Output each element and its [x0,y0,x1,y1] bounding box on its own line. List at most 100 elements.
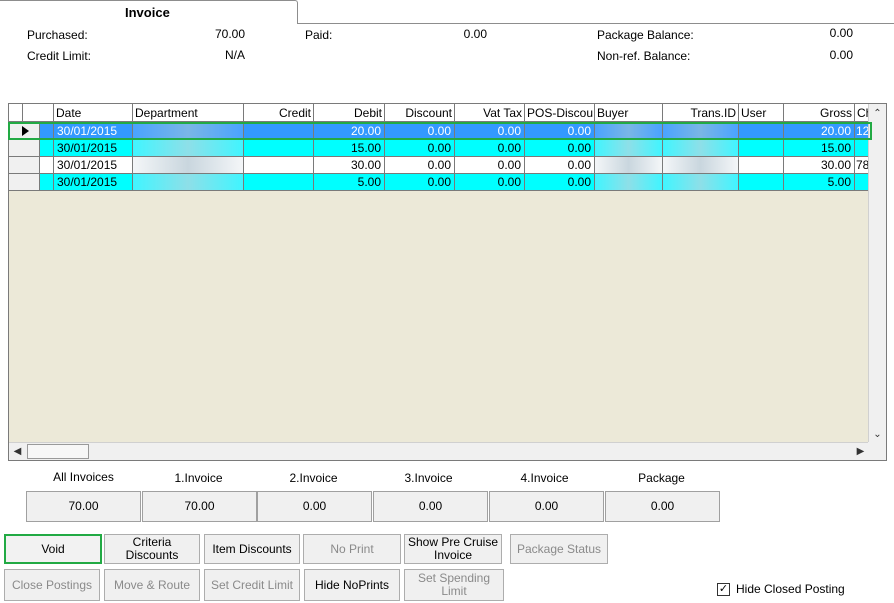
cell-debit[interactable]: 15.00 [314,140,385,157]
invoice-4-total[interactable]: 0.00 [489,491,604,522]
row-marker-cell [40,174,54,191]
cell-gross[interactable]: 30.00 [784,157,855,174]
cell-vat-tax[interactable]: 0.00 [455,174,525,191]
cell-date[interactable]: 30/01/2015 [54,174,133,191]
cell-department[interactable] [133,157,244,174]
col-credit[interactable]: Credit [244,104,314,122]
table-row[interactable]: 30/01/2015 5.00 0.00 0.00 0.00 5.00 [9,174,869,191]
col-ch[interactable]: Ch [855,104,869,122]
invoice-1-total[interactable]: 70.00 [142,491,257,522]
cell-pos-discount[interactable]: 0.00 [525,140,595,157]
cell-discount[interactable]: 0.00 [385,174,455,191]
move-route-button[interactable]: Move & Route [104,569,200,601]
col-vat-tax[interactable]: Vat Tax [455,104,525,122]
scroll-right-icon[interactable]: ▶ [852,443,869,460]
no-print-button[interactable]: No Print [303,534,401,564]
col-user[interactable]: User [739,104,784,122]
cell-pos-discount[interactable]: 0.00 [525,157,595,174]
package-total[interactable]: 0.00 [605,491,720,522]
cell-discount[interactable]: 0.00 [385,157,455,174]
cell-buyer[interactable] [595,174,663,191]
current-row-arrow-icon [22,126,29,136]
criteria-discounts-button[interactable]: Criteria Discounts [104,534,200,564]
show-pre-cruise-invoice-button[interactable]: Show Pre Cruise Invoice [404,534,502,564]
cell-discount[interactable]: 0.00 [385,140,455,157]
cell-buyer[interactable] [595,140,663,157]
cell-trans-id[interactable] [663,140,739,157]
cell-ch[interactable]: 12 [855,123,869,140]
cell-department[interactable] [133,140,244,157]
hide-closed-posting-checkbox[interactable]: ✓ [717,583,730,596]
invoice-2-total[interactable]: 0.00 [257,491,372,522]
set-spending-limit-button[interactable]: Set Spending Limit [404,569,504,601]
row-selector[interactable] [9,123,40,140]
horizontal-scrollbar[interactable]: ◀ ▶ [9,442,869,460]
col-trans-id[interactable]: Trans.ID [663,104,739,122]
postings-grid[interactable]: Date Department Credit Debit Discount Va… [8,103,887,461]
cell-gross[interactable]: 15.00 [784,140,855,157]
cell-department[interactable] [133,123,244,140]
col-date[interactable]: Date [54,104,133,122]
cell-credit[interactable] [244,157,314,174]
hide-noprints-button[interactable]: Hide NoPrints [304,569,400,601]
cell-ch[interactable] [855,140,869,157]
row-marker-cell [40,157,54,174]
all-invoices-total[interactable]: 70.00 [26,491,141,522]
table-row[interactable]: 30/01/2015 15.00 0.00 0.00 0.00 15.00 [9,140,869,157]
nonref-balance-label: Non-ref. Balance: [597,49,691,63]
package-status-button[interactable]: Package Status [510,534,608,564]
col-pos-discount[interactable]: POS-Discou [525,104,595,122]
set-credit-limit-button[interactable]: Set Credit Limit [204,569,300,601]
cell-debit[interactable]: 30.00 [314,157,385,174]
cell-ch[interactable]: 78 [855,157,869,174]
scroll-left-icon[interactable]: ◀ [9,443,26,460]
cell-user[interactable] [739,157,784,174]
scroll-down-icon[interactable]: ⌄ [869,426,886,443]
cell-vat-tax[interactable]: 0.00 [455,157,525,174]
horizontal-scroll-thumb[interactable] [27,444,89,459]
row-selector[interactable] [9,157,40,174]
void-button[interactable]: Void [4,534,102,564]
invoice-tab-label: Invoice [125,5,170,20]
cell-user[interactable] [739,140,784,157]
cell-pos-discount[interactable]: 0.00 [525,174,595,191]
cell-date[interactable]: 30/01/2015 [54,157,133,174]
cell-pos-discount[interactable]: 0.00 [525,123,595,140]
col-debit[interactable]: Debit [314,104,385,122]
table-row[interactable]: 30/01/2015 30.00 0.00 0.00 0.00 30.00 78 [9,157,869,174]
vertical-scrollbar[interactable]: ⌃ ⌄ [868,104,886,444]
cell-user[interactable] [739,123,784,140]
cell-credit[interactable] [244,140,314,157]
col-buyer[interactable]: Buyer [595,104,663,122]
cell-user[interactable] [739,174,784,191]
cell-trans-id[interactable] [663,174,739,191]
cell-discount[interactable]: 0.00 [385,123,455,140]
hide-closed-posting-label[interactable]: Hide Closed Posting [736,582,845,596]
cell-buyer[interactable] [595,123,663,140]
col-department[interactable]: Department [133,104,244,122]
cell-date[interactable]: 30/01/2015 [54,123,133,140]
close-postings-button[interactable]: Close Postings [4,569,100,601]
cell-vat-tax[interactable]: 0.00 [455,123,525,140]
cell-credit[interactable] [244,174,314,191]
cell-debit[interactable]: 20.00 [314,123,385,140]
cell-vat-tax[interactable]: 0.00 [455,140,525,157]
table-row[interactable]: 30/01/2015 20.00 0.00 0.00 0.00 20.00 12 [9,123,869,140]
invoice-3-total[interactable]: 0.00 [373,491,488,522]
cell-gross[interactable]: 5.00 [784,174,855,191]
item-discounts-button[interactable]: Item Discounts [204,534,300,564]
row-selector[interactable] [9,140,40,157]
cell-trans-id[interactable] [663,123,739,140]
col-gross[interactable]: Gross [784,104,855,122]
cell-date[interactable]: 30/01/2015 [54,140,133,157]
cell-department[interactable] [133,174,244,191]
cell-buyer[interactable] [595,157,663,174]
cell-ch[interactable] [855,174,869,191]
scroll-up-icon[interactable]: ⌃ [869,105,886,122]
cell-debit[interactable]: 5.00 [314,174,385,191]
cell-credit[interactable] [244,123,314,140]
cell-trans-id[interactable] [663,157,739,174]
row-selector[interactable] [9,174,40,191]
col-discount[interactable]: Discount [385,104,455,122]
cell-gross[interactable]: 20.00 [784,123,855,140]
